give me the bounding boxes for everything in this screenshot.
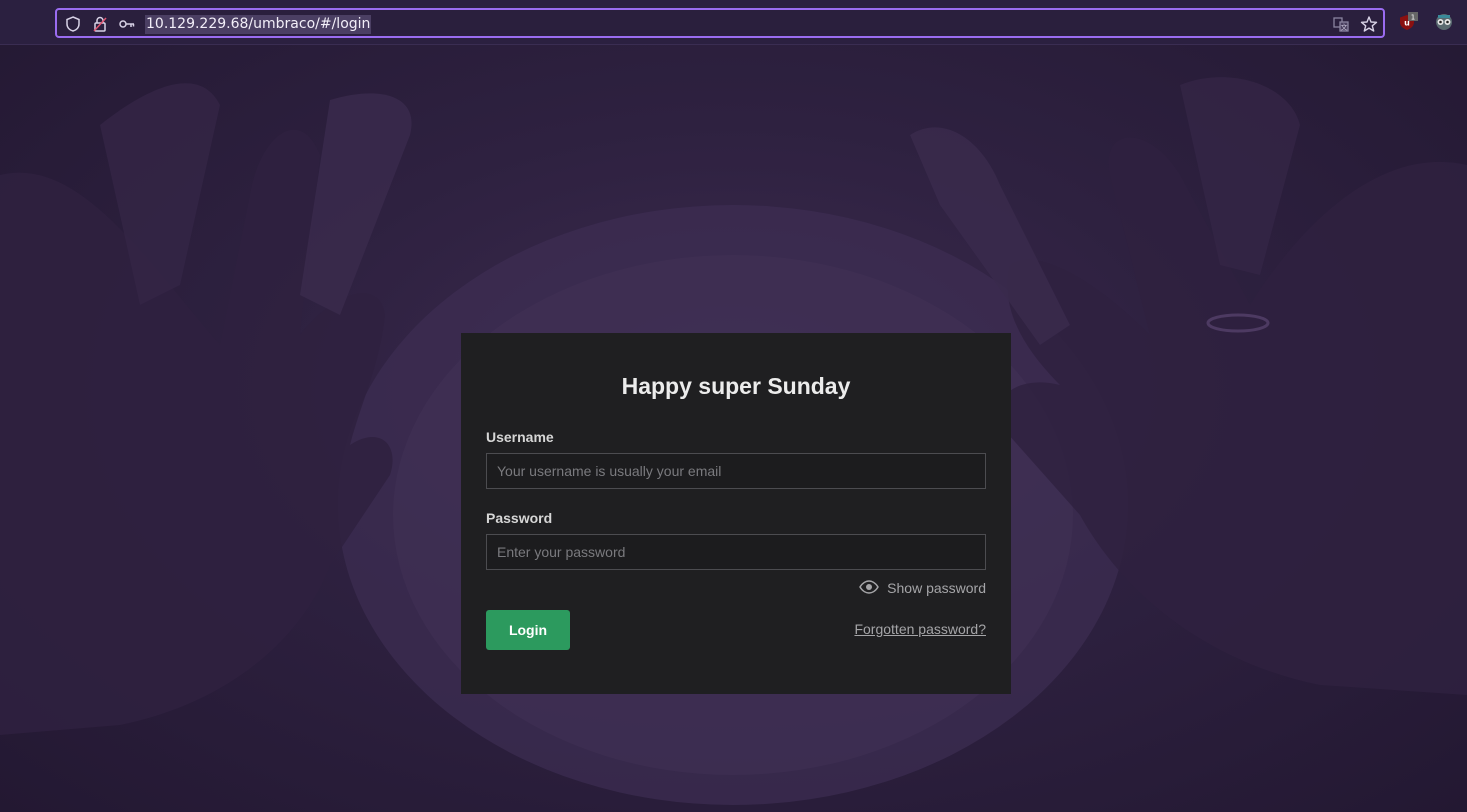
key-icon[interactable] xyxy=(118,15,136,33)
show-password-toggle[interactable]: Show password xyxy=(859,579,986,597)
password-input[interactable] xyxy=(486,534,986,570)
eye-icon xyxy=(859,579,880,597)
show-password-label: Show password xyxy=(887,580,986,596)
username-input[interactable] xyxy=(486,453,986,489)
svg-text:文: 文 xyxy=(1341,23,1348,32)
url-text[interactable]: 10.129.229.68/umbraco/#/login xyxy=(145,15,372,34)
login-button[interactable]: Login xyxy=(486,610,570,650)
greeting-title: Happy super Sunday xyxy=(621,373,851,399)
forgot-password-link[interactable]: Forgotten password? xyxy=(854,621,986,637)
browser-toolbar: 10.129.229.68/umbraco/#/login 文 u1 xyxy=(0,0,1467,45)
extension-icon[interactable] xyxy=(1434,12,1454,32)
address-bar[interactable]: 10.129.229.68/umbraco/#/login 文 xyxy=(55,8,1385,38)
shield-icon[interactable] xyxy=(64,15,82,33)
lock-icon[interactable] xyxy=(91,15,109,33)
ublock-extension-icon[interactable]: u1 xyxy=(1398,12,1418,32)
ublock-badge: 1 xyxy=(1411,14,1415,22)
bookmark-star-icon[interactable] xyxy=(1360,15,1378,33)
password-label: Password xyxy=(486,510,553,526)
translate-icon[interactable]: 文 xyxy=(1332,15,1350,33)
username-label: Username xyxy=(486,429,554,445)
login-panel: Happy super Sunday Username Password Sho… xyxy=(461,333,1011,694)
